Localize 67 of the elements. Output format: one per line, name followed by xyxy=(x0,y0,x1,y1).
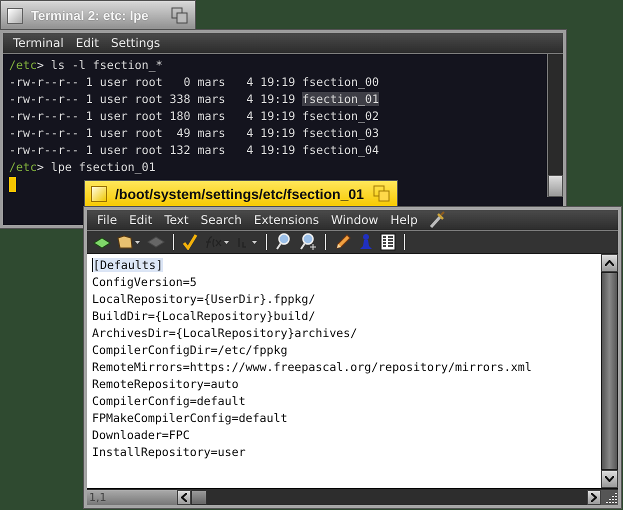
text-line: FPMakeCompilerConfig=default xyxy=(92,411,288,425)
menu-item[interactable]: Text xyxy=(158,213,195,227)
menu-item[interactable]: Edit xyxy=(70,36,105,50)
zoom-icon[interactable] xyxy=(171,6,189,24)
command-text: ls -l fsection_* xyxy=(50,58,163,72)
command-text: lpe fsection_01 xyxy=(50,160,156,174)
file-name: fsection_04 xyxy=(302,143,379,157)
scroll-right-icon[interactable] xyxy=(587,490,601,504)
sword-icon[interactable] xyxy=(428,211,446,229)
folder-icon xyxy=(117,234,141,250)
file-name: fsection_00 xyxy=(302,75,379,89)
open-tool-button[interactable] xyxy=(115,234,143,250)
zoom-icon[interactable] xyxy=(373,185,391,203)
window-title: /boot/system/settings/etc/fsection_01 xyxy=(115,186,365,202)
text-line: Downloader=FPC xyxy=(92,428,190,442)
listing-text: -rw-r--r-- 1 user root 132 mars 4 19:19 xyxy=(9,143,296,157)
listing-text: -rw-r--r-- 1 user root 0 mars 4 19:19 xyxy=(9,75,296,89)
cursor-position: 1,1 xyxy=(87,490,177,504)
text-editor[interactable] xyxy=(87,254,601,488)
scroll-bar[interactable] xyxy=(547,54,563,197)
pencil-icon xyxy=(334,233,352,251)
prompt-symbol: > xyxy=(36,58,44,72)
menu-item[interactable]: Terminal xyxy=(7,36,70,50)
scroll-bar[interactable] xyxy=(601,254,618,488)
text-line: CompilerConfigDir=/etc/fppkg xyxy=(92,343,288,357)
menu-item[interactable]: File xyxy=(91,213,124,227)
file-name: fsection_02 xyxy=(302,109,379,123)
prompt-symbol: > xyxy=(36,160,44,174)
function-icon xyxy=(204,234,230,250)
check-tool-button[interactable] xyxy=(180,234,200,250)
listing-text: -rw-r--r-- 1 user root 180 mars 4 19:19 xyxy=(9,109,296,123)
window-title: Terminal 2: etc: lpe xyxy=(31,8,150,23)
close-box-icon[interactable] xyxy=(91,186,107,202)
text-line: RemoteRepository=auto xyxy=(92,377,239,391)
text-line: CompilerConfig=default xyxy=(92,394,246,408)
text-line: LocalRepository={UserDir}.fppkg/ xyxy=(92,292,316,306)
menu-item[interactable]: Help xyxy=(384,213,424,227)
resize-grip-icon[interactable] xyxy=(601,490,618,504)
prompt-path: /etc xyxy=(9,58,37,72)
menu-item[interactable]: Extensions xyxy=(248,213,326,227)
list-icon xyxy=(380,233,396,251)
text-line: ArchivesDir={LocalRepository}archives/ xyxy=(92,326,358,340)
file-name: fsection_03 xyxy=(302,126,379,140)
text-line: ConfigVersion=5 xyxy=(92,275,197,289)
menu-item[interactable]: Search xyxy=(194,213,248,227)
scroll-bar[interactable] xyxy=(177,490,601,504)
file-name: fsection_01 xyxy=(302,92,379,106)
listing-text: -rw-r--r-- 1 user root 338 mars 4 19:19 xyxy=(9,92,296,106)
text-cursor xyxy=(9,177,16,192)
search-icon xyxy=(299,233,317,251)
text-line: InstallRepository=user xyxy=(92,445,246,459)
listing-text: -rw-r--r-- 1 user root 49 mars 4 19:19 xyxy=(9,126,296,140)
checkmark-icon xyxy=(182,234,198,250)
close-box-icon[interactable] xyxy=(7,8,23,24)
scroll-down-icon[interactable] xyxy=(601,470,618,488)
text-line: RemoteMirrors=https://www.freepascal.org/repository/mirrors.xml xyxy=(92,360,532,374)
pawn-icon xyxy=(358,233,374,251)
menu-item[interactable]: Edit xyxy=(123,213,158,227)
list-tool-button[interactable] xyxy=(378,233,398,251)
prompt-path: /etc xyxy=(9,160,37,174)
menu-item[interactable]: Settings xyxy=(104,36,166,50)
scroll-left-icon[interactable] xyxy=(177,490,191,504)
text-line: BuildDir={LocalRepository}build/ xyxy=(92,309,316,323)
window-title-tab[interactable]: /boot/system/settings/etc/fsection_01 xyxy=(84,180,398,207)
menu-item[interactable]: Window xyxy=(325,213,384,227)
scroll-up-icon[interactable] xyxy=(601,254,618,272)
scroll-thumb[interactable] xyxy=(191,490,207,504)
